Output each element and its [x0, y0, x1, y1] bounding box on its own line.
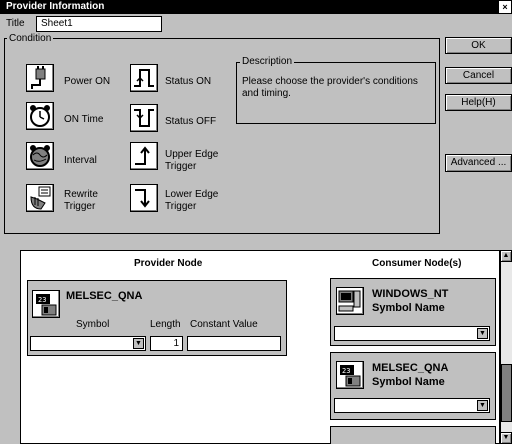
pulse-falling-icon[interactable]	[130, 104, 158, 132]
arrow-up-edge-icon[interactable]	[130, 142, 158, 170]
close-icon[interactable]: ×	[499, 1, 511, 13]
condition-interval-label: Interval	[64, 155, 97, 166]
window-title: Provider Information	[6, 1, 105, 12]
chevron-down-icon[interactable]: ▼	[477, 400, 488, 411]
length-label: Length	[150, 319, 181, 330]
title-label: Title	[6, 18, 25, 29]
constant-value-label: Constant Value	[190, 319, 258, 330]
consumer-node-box-partial	[330, 426, 496, 444]
condition-lower-edge-label: Lower Edge Trigger	[165, 189, 219, 212]
consumer-node-name: MELSEC_QNA	[372, 362, 449, 374]
symbol-label: Symbol	[76, 319, 110, 330]
condition-power-on-label: Power ON	[64, 76, 111, 87]
provider-node-header: Provider Node	[134, 258, 203, 269]
condition-status-off-label: Status OFF	[165, 116, 217, 127]
consumer-node-name: WINDOWS_NT	[372, 288, 449, 300]
scrollbar-thumb[interactable]	[501, 364, 512, 422]
ok-button[interactable]: OK	[445, 37, 512, 54]
condition-upper-edge-label: Upper Edge Trigger	[165, 149, 219, 172]
consumer-symbol-label: Symbol Name	[372, 376, 445, 388]
pen-hand-icon[interactable]	[26, 184, 54, 212]
consumer-symbol-dropdown[interactable]: ▼	[334, 326, 490, 341]
pulse-rising-icon[interactable]	[130, 64, 158, 92]
condition-rewrite-trigger-label: Rewrite Trigger	[64, 189, 98, 212]
globe-clock-icon[interactable]	[26, 142, 54, 170]
plc-icon: 23	[32, 290, 60, 318]
plc-icon: 23	[336, 361, 364, 389]
help-button[interactable]: Help(H)	[445, 94, 512, 111]
cancel-button[interactable]: Cancel	[445, 67, 512, 84]
description-label: Description	[240, 56, 295, 67]
title-input[interactable]: Sheet1	[36, 16, 162, 32]
consumer-symbol-label: Symbol Name	[372, 302, 445, 314]
consumer-nodes-header: Consumer Node(s)	[372, 258, 462, 269]
chevron-down-icon[interactable]: ▼	[477, 328, 488, 339]
provider-node-name: MELSEC_QNA	[66, 290, 143, 302]
condition-on-time-label: ON Time	[64, 114, 104, 125]
computer-icon	[336, 287, 364, 315]
consumer-symbol-dropdown[interactable]: ▼	[334, 398, 490, 413]
description-text: Please choose the provider's conditions …	[242, 76, 418, 99]
svg-text:23: 23	[342, 367, 350, 375]
alarm-clock-icon[interactable]	[26, 102, 54, 130]
arrow-down-edge-icon[interactable]	[130, 184, 158, 212]
advanced-button[interactable]: Advanced ...	[445, 154, 512, 172]
symbol-dropdown[interactable]: ▼	[30, 336, 146, 351]
chevron-down-icon[interactable]: ▼	[133, 338, 144, 349]
condition-status-on-label: Status ON	[165, 76, 212, 87]
title-bar: Provider Information ×	[0, 0, 512, 14]
power-plug-icon[interactable]	[26, 64, 54, 92]
scroll-down-icon[interactable]: ▼	[500, 432, 512, 444]
length-input[interactable]: 1	[150, 336, 183, 351]
constant-value-input[interactable]	[187, 336, 281, 351]
svg-text:23: 23	[38, 296, 46, 304]
condition-group-label: Condition	[7, 33, 54, 44]
scroll-up-icon[interactable]: ▲	[500, 250, 512, 262]
